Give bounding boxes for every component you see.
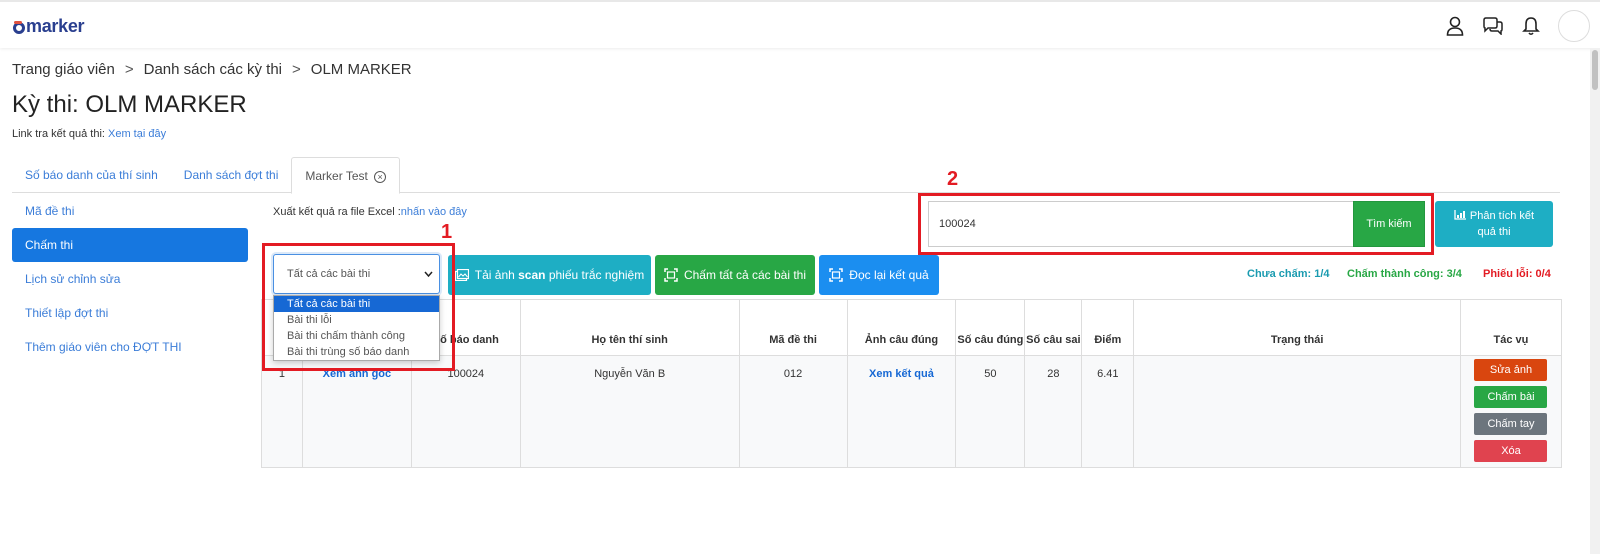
- breadcrumb-item-current: OLM MARKER: [310, 61, 412, 78]
- logo-mark-icon: [13, 20, 25, 34]
- sidebar-item-add-teacher[interactable]: Thêm giáo viên cho ĐỢT THI: [12, 330, 248, 364]
- result-link-label: Link tra kết quả thi:: [12, 128, 108, 140]
- top-icons: [1436, 10, 1590, 42]
- user-icon[interactable]: [1436, 11, 1474, 41]
- chat-icon[interactable]: [1474, 11, 1512, 41]
- breadcrumb: Trang giáo viên > Danh sách các kỳ thi >…: [12, 61, 412, 78]
- breadcrumb-separator: >: [124, 61, 134, 78]
- col-name: Họ tên thí sinh: [519, 299, 740, 356]
- filter-option-success[interactable]: Bài thi chấm thành công: [274, 328, 439, 344]
- analysis-button-line2: quả thi: [1477, 226, 1511, 238]
- analysis-button[interactable]: Phân tích kết quả thi: [1435, 201, 1553, 247]
- results-table: S Số báo danh Họ tên thí sinh Mã đề thi …: [261, 299, 1563, 468]
- cell-wrong: 28: [1024, 355, 1083, 468]
- upload-prefix: Tải ảnh: [474, 268, 519, 282]
- col-score: Điểm: [1081, 299, 1135, 356]
- grade-button[interactable]: Chấm bài: [1474, 386, 1548, 408]
- excel-export-line: Xuất kết quả ra file Excel :nhấn vào đây: [273, 206, 467, 218]
- scan-icon: [664, 268, 678, 282]
- table-row: 1 Xem ảnh gốc 100024 Nguyễn Văn B 012 Xe…: [261, 355, 1563, 468]
- filter-option-all[interactable]: Tất cả các bài thi: [274, 296, 439, 312]
- cell-stt: 1: [261, 355, 303, 468]
- analysis-button-line1: Phân tích kết: [1469, 210, 1535, 222]
- cell-correct: 50: [955, 355, 1026, 468]
- result-link-line: Link tra kết quả thi: Xem tại đây: [12, 128, 166, 140]
- tab-candidate-ids[interactable]: Số báo danh của thí sinh: [12, 157, 171, 193]
- page-title: Kỳ thi: OLM MARKER: [12, 91, 247, 118]
- tab-exam-rounds[interactable]: Danh sách đợt thi: [171, 157, 292, 193]
- filter-option-duplicate[interactable]: Bài thi trùng số báo danh: [274, 344, 439, 360]
- col-code: Mã đề thi: [738, 299, 848, 356]
- upload-bold: scan: [518, 268, 546, 282]
- cell-status: [1133, 355, 1461, 468]
- scrollbar[interactable]: [1590, 48, 1600, 554]
- reread-results-label: Đọc lại kết quả: [849, 268, 929, 282]
- sidebar-item-round-settings[interactable]: Thiết lập đợt thi: [12, 296, 248, 330]
- filter-option-errors[interactable]: Bài thi lỗi: [274, 312, 439, 328]
- scan-icon: [829, 268, 844, 282]
- tab-marker-test[interactable]: Marker Test ×: [291, 157, 401, 194]
- view-original-link[interactable]: Xem ảnh gốc: [301, 355, 412, 468]
- top-navbar: marker: [0, 0, 1600, 48]
- breadcrumb-item-exams[interactable]: Danh sách các kỳ thi: [144, 61, 282, 78]
- upload-scan-button[interactable]: Tải ảnh scan phiếu trắc nghiệm: [448, 255, 651, 295]
- logo-text: marker: [26, 16, 85, 36]
- annotation-label-1: 1: [441, 221, 453, 243]
- sidebar-item-edit-history[interactable]: Lịch sử chỉnh sửa: [12, 262, 248, 296]
- edit-image-button[interactable]: Sửa ảnh: [1474, 359, 1548, 381]
- stat-ungraded: Chưa chấm: 1/4: [1247, 268, 1330, 280]
- cell-sbd: 100024: [410, 355, 521, 468]
- cell-score: 6.41: [1081, 355, 1135, 468]
- excel-export-link[interactable]: nhấn vào đây: [401, 206, 467, 218]
- filter-dropdown: Tất cả các bài thi Bài thi lỗi Bài thi c…: [273, 295, 440, 361]
- col-correct-img: Ảnh câu đúng: [846, 299, 957, 356]
- annotation-label-2: 2: [947, 168, 959, 190]
- col-status: Trạng thái: [1133, 299, 1461, 356]
- tab-marker-test-label: Marker Test: [305, 169, 368, 183]
- annotation-box-2: [918, 193, 1434, 255]
- sidebar-item-exam-codes[interactable]: Mã đề thi: [12, 194, 248, 228]
- bar-chart-icon: [1454, 210, 1466, 220]
- stat-success: Chấm thành công: 3/4: [1347, 268, 1462, 280]
- grade-all-label: Chấm tất cả các bài thi: [683, 268, 807, 282]
- scrollbar-thumb[interactable]: [1592, 50, 1598, 90]
- excel-export-label: Xuất kết quả ra file Excel :: [273, 206, 401, 218]
- avatar[interactable]: [1558, 10, 1590, 42]
- result-link[interactable]: Xem tại đây: [108, 128, 166, 140]
- bell-icon[interactable]: [1512, 11, 1550, 41]
- app-logo[interactable]: marker: [13, 16, 85, 37]
- table-header-row: S Số báo danh Họ tên thí sinh Mã đề thi …: [261, 299, 1563, 356]
- cell-name: Nguyễn Văn B: [519, 355, 740, 468]
- col-correct: Số câu đúng: [955, 299, 1026, 356]
- cell-actions: Sửa ảnh Chấm bài Chấm tay Xóa: [1459, 355, 1563, 468]
- close-icon[interactable]: ×: [374, 171, 387, 183]
- image-icon: [454, 269, 469, 281]
- delete-button[interactable]: Xóa: [1474, 440, 1548, 462]
- tab-bar: Số báo danh của thí sinh Danh sách đợt t…: [12, 157, 1560, 194]
- sidebar: Mã đề thi Chấm thi Lịch sử chỉnh sửa Thi…: [12, 194, 248, 364]
- col-wrong: Số câu sai: [1024, 299, 1083, 356]
- upload-suffix: phiếu trắc nghiệm: [545, 268, 645, 282]
- upload-scan-label: Tải ảnh scan phiếu trắc nghiệm: [475, 268, 644, 282]
- manual-grade-button[interactable]: Chấm tay: [1474, 413, 1548, 435]
- reread-results-button[interactable]: Đọc lại kết quả: [819, 255, 939, 295]
- grade-all-button[interactable]: Chấm tất cả các bài thi: [655, 255, 815, 295]
- sidebar-item-grading[interactable]: Chấm thi: [12, 228, 248, 262]
- stat-error: Phiếu lỗi: 0/4: [1483, 268, 1551, 280]
- view-result-link[interactable]: Xem kết quả: [846, 355, 957, 468]
- breadcrumb-item-teacher[interactable]: Trang giáo viên: [12, 61, 115, 78]
- col-actions: Tác vụ: [1459, 299, 1563, 356]
- breadcrumb-separator: >: [292, 61, 301, 78]
- cell-code: 012: [738, 355, 848, 468]
